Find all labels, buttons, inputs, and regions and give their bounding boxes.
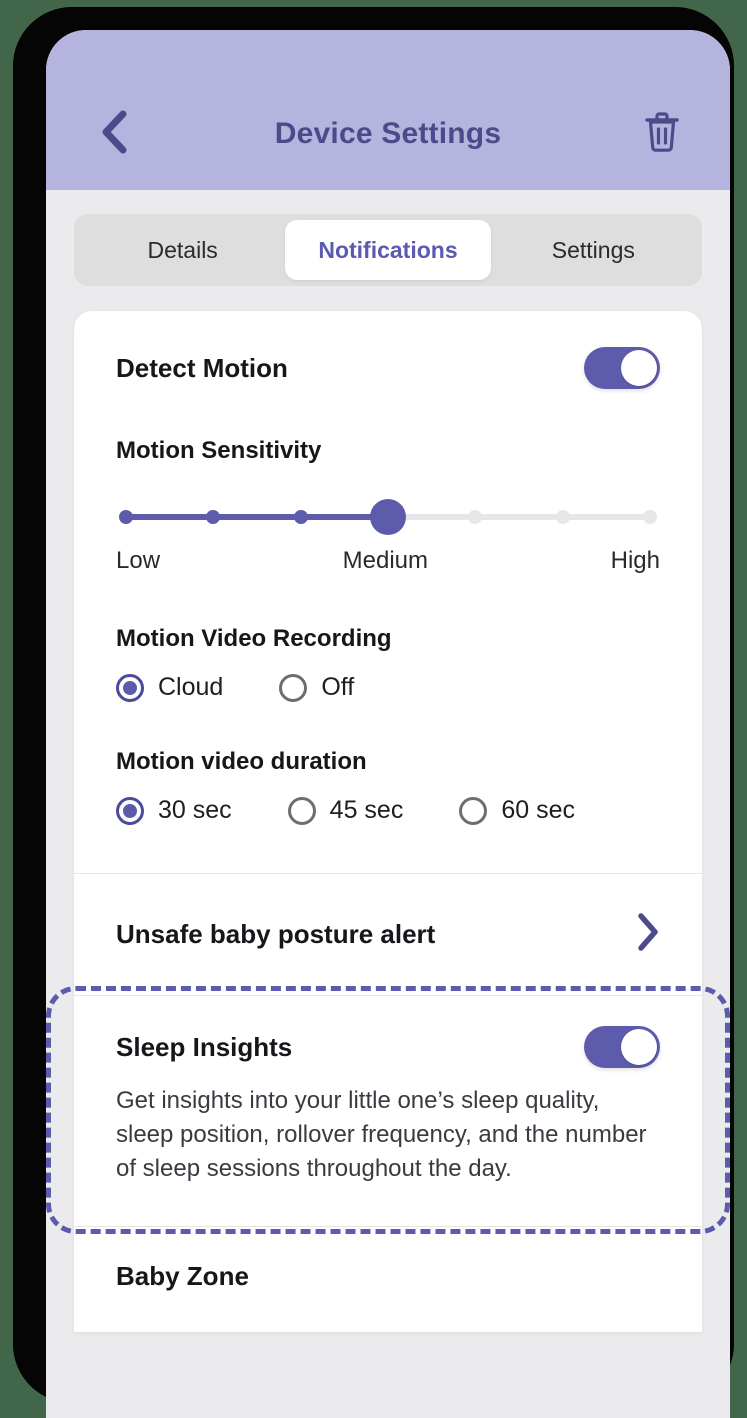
slider-tick-5[interactable] — [555, 510, 570, 524]
posture-alert-row[interactable]: Unsafe baby posture alert — [74, 874, 702, 995]
slider-tick-0[interactable] — [119, 510, 133, 524]
slider-labels: Low Medium High — [116, 547, 660, 575]
tab-notifications[interactable]: Notifications — [285, 220, 491, 280]
radio-dot-icon — [466, 804, 480, 818]
page-title: Device Settings — [274, 117, 502, 150]
radio-cloud[interactable]: Cloud — [116, 673, 223, 702]
slider-track-fill — [126, 514, 388, 520]
radio-30-sec-label: 30 sec — [158, 796, 232, 824]
slider-thumb[interactable] — [370, 499, 406, 535]
detect-motion-label: Detect Motion — [116, 352, 288, 383]
detect-motion-section: Detect Motion — [74, 311, 702, 389]
tab-settings[interactable]: Settings — [491, 220, 696, 280]
chevron-right-icon — [636, 912, 660, 957]
motion-video-recording-label: Motion Video Recording — [116, 625, 392, 652]
baby-zone-label: Baby Zone — [116, 1261, 249, 1292]
slider-tick-2[interactable] — [293, 510, 308, 524]
radio-circle-icon — [287, 796, 316, 825]
motion-video-duration-label: Motion video duration — [116, 748, 367, 775]
radio-circle-icon — [279, 673, 308, 702]
motion-video-duration-options: 30 sec 45 sec 60 sec — [116, 796, 660, 825]
radio-off-label: Off — [321, 673, 355, 701]
slider-tick-1[interactable] — [206, 510, 221, 524]
slider-label-high: High — [610, 547, 660, 574]
detect-motion-toggle[interactable] — [584, 347, 660, 389]
header-inner: Device Settings — [46, 98, 730, 170]
radio-circle-icon — [459, 796, 488, 825]
sleep-insights-section: Sleep Insights Get insights into your li… — [46, 986, 730, 1234]
slider-label-medium: Medium — [342, 547, 429, 574]
phone-screen: Device Settings Details Notifications Se… — [46, 30, 730, 1418]
radio-circle-icon — [116, 796, 144, 825]
trash-icon — [641, 109, 683, 160]
radio-60-sec[interactable]: 60 sec — [459, 796, 575, 825]
tab-details[interactable]: Details — [80, 220, 285, 280]
motion-video-duration-section: Motion video duration 30 sec 45 sec 60 s… — [74, 702, 702, 873]
radio-60-sec-label: 60 sec — [501, 796, 576, 824]
radio-circle-icon — [116, 673, 144, 702]
slider-tick-6[interactable] — [643, 510, 657, 524]
detect-motion-row[interactable]: Detect Motion — [116, 347, 660, 389]
sleep-insights-row[interactable]: Sleep Insights — [116, 1026, 660, 1068]
sleep-insights-toggle[interactable] — [584, 1026, 660, 1068]
slider-label-low: Low — [116, 547, 161, 574]
posture-alert-label: Unsafe baby posture alert — [116, 919, 436, 949]
radio-30-sec[interactable]: 30 sec — [116, 796, 232, 825]
motion-sensitivity-slider-wrap: Low Medium High — [116, 465, 660, 575]
radio-cloud-label: Cloud — [158, 673, 224, 701]
toggle-knob — [621, 350, 657, 386]
radio-45-sec-label: 45 sec — [329, 796, 404, 824]
motion-sensitivity-label: Motion Sensitivity — [116, 437, 322, 464]
sleep-insights-label: Sleep Insights — [116, 1031, 293, 1062]
radio-dot-icon — [295, 804, 309, 818]
radio-dot-icon — [123, 680, 137, 695]
motion-video-recording-options: Cloud Off — [116, 673, 660, 702]
phone-bezel: Device Settings Details Notifications Se… — [14, 8, 733, 1418]
back-button[interactable] — [92, 110, 136, 158]
radio-dot-icon — [286, 681, 300, 695]
tab-bar: Details Notifications Settings — [74, 214, 702, 286]
notifications-card: Detect Motion Motion Sensitivity Low Med… — [46, 311, 730, 1333]
slider-tick-4[interactable] — [468, 510, 483, 524]
delete-button[interactable] — [638, 110, 686, 158]
radio-off[interactable]: Off — [279, 673, 354, 702]
sleep-insights-description: Get insights into your little one’s slee… — [116, 1087, 647, 1183]
baby-zone-row[interactable]: Baby Zone — [74, 1227, 702, 1332]
motion-video-recording-section: Motion Video Recording Cloud Off — [74, 575, 702, 702]
toggle-knob — [621, 1029, 657, 1065]
motion-sensitivity-section: Motion Sensitivity Low Medium High — [74, 389, 702, 575]
radio-45-sec[interactable]: 45 sec — [287, 796, 404, 825]
radio-dot-icon — [123, 803, 137, 818]
chevron-left-icon — [99, 109, 129, 160]
app-header: Device Settings — [46, 30, 730, 190]
motion-sensitivity-slider[interactable] — [119, 499, 657, 535]
